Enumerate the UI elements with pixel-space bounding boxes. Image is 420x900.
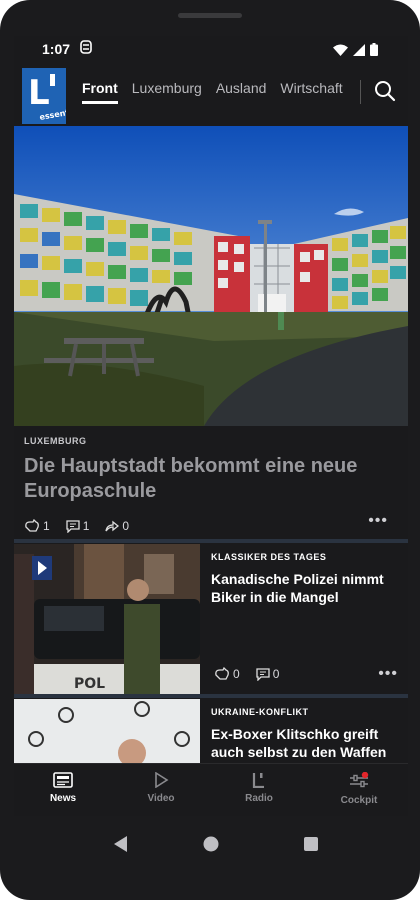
- divider: [14, 694, 408, 698]
- hero-kicker: LUXEMBURG: [24, 436, 87, 446]
- search-icon: [375, 81, 396, 102]
- tab-ausland[interactable]: Ausland: [216, 80, 267, 104]
- article-body: UKRAINE-KONFLIKT Ex-Boxer Klitschko grei…: [211, 707, 401, 761]
- phone-frame: 1:07 L essentiel Front Luxemburg Ausland…: [0, 0, 420, 900]
- nav-divider: [360, 80, 361, 104]
- article-card[interactable]: UKRAINE-KONFLIKT Ex-Boxer Klitschko grei…: [14, 699, 408, 816]
- bottom-nav-news-label: News: [49, 793, 77, 804]
- status-bar: 1:07: [14, 36, 408, 62]
- like-button[interactable]: 1: [24, 519, 50, 533]
- notification-icon: [80, 40, 92, 57]
- home-icon[interactable]: [203, 836, 219, 852]
- wifi-icon: [333, 44, 348, 56]
- share-count: 0: [122, 519, 130, 533]
- hero-article[interactable]: LUXEMBURG Die Hauptstadt bekommt eine ne…: [24, 436, 398, 533]
- article-kicker: KLASSIKER DES TAGES: [211, 552, 327, 562]
- section-tabs: Front Luxemburg Ausland Wirtschaft: [82, 80, 343, 104]
- comment-button[interactable]: 1: [66, 519, 90, 533]
- svg-text:L: L: [28, 73, 50, 113]
- cellular-icon: [353, 43, 365, 56]
- reaction-icon: [215, 667, 229, 680]
- earpiece-speaker: [178, 13, 242, 18]
- hero-image[interactable]: [14, 126, 408, 426]
- bottom-nav-cockpit-label: Cockpit: [340, 795, 378, 806]
- system-navigation-bar: [14, 816, 408, 872]
- radio-logo-icon: [252, 773, 264, 788]
- lessentiel-logo[interactable]: L essentiel: [22, 68, 81, 124]
- hero-more-button[interactable]: •••: [368, 512, 388, 530]
- divider: [14, 539, 408, 543]
- tab-front[interactable]: Front: [82, 80, 118, 104]
- app-screen: 1:07 L essentiel Front Luxemburg Ausland…: [14, 36, 408, 816]
- recents-icon[interactable]: [304, 837, 318, 851]
- status-time: 1:07: [42, 41, 71, 57]
- share-button[interactable]: 0: [105, 519, 129, 533]
- reaction-icon: [25, 519, 39, 532]
- comment-icon: [66, 519, 80, 533]
- status-icons: [333, 43, 378, 56]
- hero-reactions: 1 1 0: [24, 519, 398, 533]
- battery-icon: [370, 43, 378, 56]
- share-icon: [105, 520, 120, 532]
- tab-wirtschaft[interactable]: Wirtschaft: [280, 80, 342, 104]
- sliders-icon: [350, 772, 369, 788]
- hero-headline[interactable]: Die Hauptstadt bekommt eine neue Europas…: [24, 454, 398, 504]
- tab-luxemburg[interactable]: Luxemburg: [132, 80, 202, 104]
- news-icon: [53, 772, 73, 788]
- article-headline[interactable]: Kanadische Polizei nimmt Biker in die Ma…: [211, 570, 401, 606]
- svg-text:POL: POL: [74, 676, 105, 692]
- bottom-nav-cockpit[interactable]: Cockpit: [310, 772, 408, 806]
- bottom-nav-radio[interactable]: Radio: [210, 772, 308, 804]
- article-reactions: 0 0: [214, 667, 279, 681]
- article-more-button[interactable]: •••: [378, 665, 398, 683]
- article-kicker: UKRAINE-KONFLIKT: [211, 707, 309, 717]
- article-body: KLASSIKER DES TAGES Kanadische Polizei n…: [211, 552, 401, 606]
- bottom-nav-video-label: Video: [147, 793, 175, 804]
- comment-count: 0: [272, 667, 280, 681]
- like-button[interactable]: 0: [214, 667, 240, 681]
- top-navigation: L essentiel Front Luxemburg Ausland Wirt…: [14, 66, 408, 126]
- like-count: 0: [233, 667, 240, 681]
- like-count: 1: [43, 519, 50, 533]
- play-icon: [155, 772, 169, 788]
- comment-button[interactable]: 0: [256, 667, 280, 681]
- comment-count: 1: [82, 519, 90, 533]
- bottom-nav-radio-label: Radio: [245, 793, 273, 804]
- bottom-nav-video[interactable]: Video: [112, 772, 210, 804]
- back-icon[interactable]: [114, 836, 127, 852]
- article-card[interactable]: POL KLASSIKER DES TAGES Kanadische Poliz…: [14, 544, 408, 694]
- comment-icon: [256, 667, 270, 681]
- article-headline[interactable]: Ex-Boxer Klitschko greift auch selbst zu…: [211, 725, 401, 761]
- bottom-navigation: News Video Radio Cockpit: [14, 763, 408, 816]
- article-thumbnail[interactable]: POL: [14, 544, 200, 694]
- bottom-nav-news[interactable]: News: [14, 772, 112, 804]
- search-button[interactable]: [374, 80, 396, 102]
